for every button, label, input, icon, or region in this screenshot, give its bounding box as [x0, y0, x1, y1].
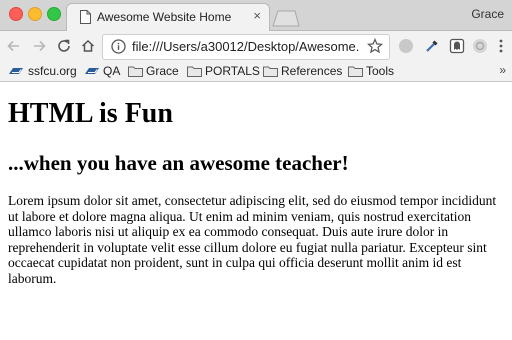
- tab-active[interactable]: Awesome Website Home ×: [66, 3, 270, 32]
- forward-icon[interactable]: [31, 38, 47, 54]
- extension-icon[interactable]: [398, 38, 414, 54]
- bookmark-qa[interactable]: QA: [84, 63, 124, 79]
- folder-icon: [263, 66, 278, 77]
- tab-strip: Awesome Website Home × Grace: [0, 0, 512, 32]
- window-maximize-button[interactable]: [47, 7, 61, 21]
- ssfcu-icon: [85, 68, 99, 74]
- bookmark-ssfcu[interactable]: ssfcu.org: [8, 63, 78, 79]
- toolbar: file:///Users/a30012/Desktop/Awesome...: [0, 31, 512, 61]
- page-content: HTML is Fun ...when you have an awesome …: [0, 82, 512, 340]
- page-subheading: ...when you have an awesome teacher!: [8, 151, 349, 175]
- bookmark-folder-tools[interactable]: Tools: [348, 63, 398, 79]
- window-minimize-button[interactable]: [28, 7, 42, 21]
- tab-title: Awesome Website Home: [97, 10, 232, 24]
- menu-icon[interactable]: [493, 38, 509, 54]
- bookmark-label: QA: [103, 64, 121, 78]
- bookmark-label: References: [281, 64, 343, 78]
- window-close-button[interactable]: [9, 7, 23, 21]
- ghostery-icon[interactable]: [449, 38, 465, 54]
- tab-close-icon[interactable]: ×: [253, 9, 261, 23]
- bookmark-folder-grace[interactable]: Grace: [128, 63, 182, 79]
- folder-icon: [348, 66, 363, 77]
- star-icon[interactable]: [367, 38, 383, 54]
- folder-icon: [187, 66, 202, 77]
- eyedropper-icon[interactable]: [424, 38, 440, 54]
- browser-window: Awesome Website Home × Grace file:///Use…: [0, 0, 512, 340]
- document-icon: [80, 10, 91, 24]
- profile-name[interactable]: Grace: [471, 7, 504, 21]
- bookmark-label: Tools: [366, 64, 395, 78]
- ssfcu-icon: [9, 68, 23, 74]
- extension-icon[interactable]: [472, 38, 488, 54]
- info-icon[interactable]: [111, 39, 126, 54]
- bookmark-folder-portals[interactable]: PORTALS: [187, 63, 260, 79]
- folder-icon: [128, 66, 143, 77]
- bookmark-folder-references[interactable]: References: [263, 63, 345, 79]
- bookmark-label: ssfcu.org: [28, 64, 77, 78]
- bookmark-label: Grace: [146, 64, 179, 78]
- url-text[interactable]: file:///Users/a30012/Desktop/Awesome...: [132, 39, 360, 54]
- page-heading: HTML is Fun: [8, 98, 173, 129]
- reload-icon[interactable]: [56, 38, 72, 54]
- page-paragraph: Lorem ipsum dolor sit amet, consectetur …: [8, 193, 497, 286]
- bookmark-label: PORTALS: [205, 64, 260, 78]
- bookmarks-overflow-button[interactable]: »: [499, 63, 506, 77]
- home-icon[interactable]: [80, 38, 96, 54]
- back-icon[interactable]: [6, 38, 22, 54]
- bookmarks-bar: ssfcu.org QA Grace PORTALS References To…: [0, 61, 512, 82]
- new-tab-button[interactable]: [268, 9, 300, 27]
- address-bar[interactable]: file:///Users/a30012/Desktop/Awesome...: [102, 34, 390, 60]
